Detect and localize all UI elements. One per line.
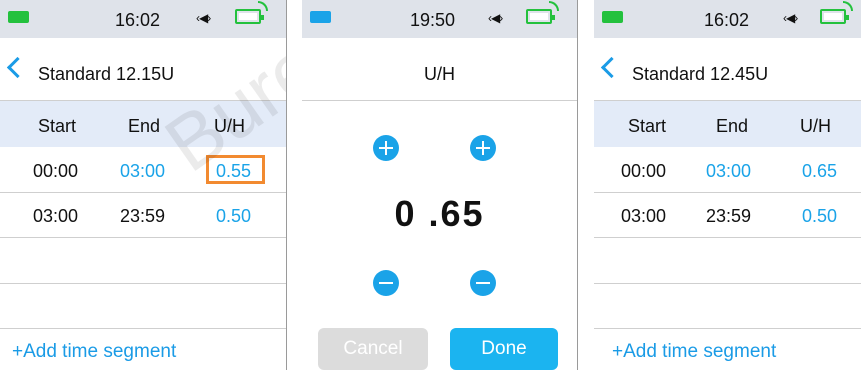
status-bar: 16:02 ‹◀› xyxy=(0,0,286,38)
battery-icon xyxy=(8,11,29,23)
table-row[interactable]: 00:00 03:00 0.65 xyxy=(594,147,861,193)
end-time[interactable]: 03:00 xyxy=(706,161,751,182)
rate-value[interactable]: 0.50 xyxy=(802,206,837,227)
title-bar: Standard 12.45U xyxy=(594,38,861,101)
end-time: 23:59 xyxy=(706,206,752,226)
pump-battery-icon xyxy=(526,9,555,24)
screen-divider xyxy=(577,0,578,370)
signal-icon: ‹◀› xyxy=(488,11,503,25)
table-row[interactable]: 03:00 23:59 0.50 xyxy=(0,192,286,238)
wireless-icon xyxy=(843,1,853,11)
battery-icon xyxy=(602,11,623,23)
rate-editor-screen: 19:50 ‹◀› U/H 0 .65 Cancel Done xyxy=(302,0,577,370)
page-title: Standard 12.45U xyxy=(632,64,769,84)
basal-profile-screen-after: 16:02 ‹◀› Standard 12.45U Start End U/H … xyxy=(594,0,861,370)
basal-profile-screen-before: 16:02 ‹◀› Standard 12.15U Start End U/H … xyxy=(0,0,286,370)
add-time-segment-link[interactable]: +Add time segment xyxy=(612,341,776,363)
pump-battery-icon xyxy=(820,9,849,24)
increment-decimal-plus-icon[interactable] xyxy=(470,135,496,161)
status-bar: 19:50 ‹◀› xyxy=(302,0,577,38)
title-bar: U/H xyxy=(302,38,577,101)
row-divider xyxy=(594,283,861,284)
increment-integer-plus-icon[interactable] xyxy=(373,135,399,161)
table-row[interactable]: 03:00 23:59 0.50 xyxy=(594,192,861,238)
header-end: End xyxy=(716,116,749,136)
wireless-icon xyxy=(549,1,559,11)
done-button[interactable]: Done xyxy=(450,328,558,370)
cancel-button[interactable]: Cancel xyxy=(318,328,428,370)
pump-battery-icon xyxy=(235,9,264,24)
status-time: 16:02 xyxy=(115,10,161,30)
header-start: Start xyxy=(628,116,667,136)
start-time: 00:00 xyxy=(621,161,667,181)
start-time: 03:00 xyxy=(33,206,79,226)
back-arrow-icon[interactable] xyxy=(6,56,29,79)
signal-icon: ‹◀› xyxy=(196,11,211,25)
page-title: Standard 12.15U xyxy=(38,64,175,84)
end-time: 23:59 xyxy=(120,206,166,226)
status-time: 19:50 xyxy=(410,10,456,30)
header-start: Start xyxy=(38,116,77,136)
row-divider xyxy=(0,283,286,284)
decrement-integer-minus-icon[interactable] xyxy=(373,270,399,296)
row-divider xyxy=(594,328,861,329)
start-time: 00:00 xyxy=(33,161,79,181)
wireless-icon xyxy=(258,1,268,11)
status-time: 16:02 xyxy=(704,10,750,30)
end-time[interactable]: 03:00 xyxy=(120,161,165,182)
battery-icon xyxy=(310,11,331,23)
page-title: U/H xyxy=(424,64,455,84)
header-rate: U/H xyxy=(800,116,831,136)
back-arrow-icon[interactable] xyxy=(600,56,623,79)
start-time: 03:00 xyxy=(621,206,667,226)
signal-icon: ‹◀› xyxy=(783,11,798,25)
status-bar: 16:02 ‹◀› xyxy=(594,0,861,38)
decrement-decimal-minus-icon[interactable] xyxy=(470,270,496,296)
table-header: Start End U/H xyxy=(594,101,861,147)
rate-value-display: 0 .65 xyxy=(394,193,485,234)
rate-value[interactable]: 0.65 xyxy=(802,161,837,182)
add-time-segment-link[interactable]: +Add time segment xyxy=(12,341,176,363)
row-divider xyxy=(0,328,286,329)
screen-divider xyxy=(286,0,287,370)
rate-value[interactable]: 0.50 xyxy=(216,206,251,227)
